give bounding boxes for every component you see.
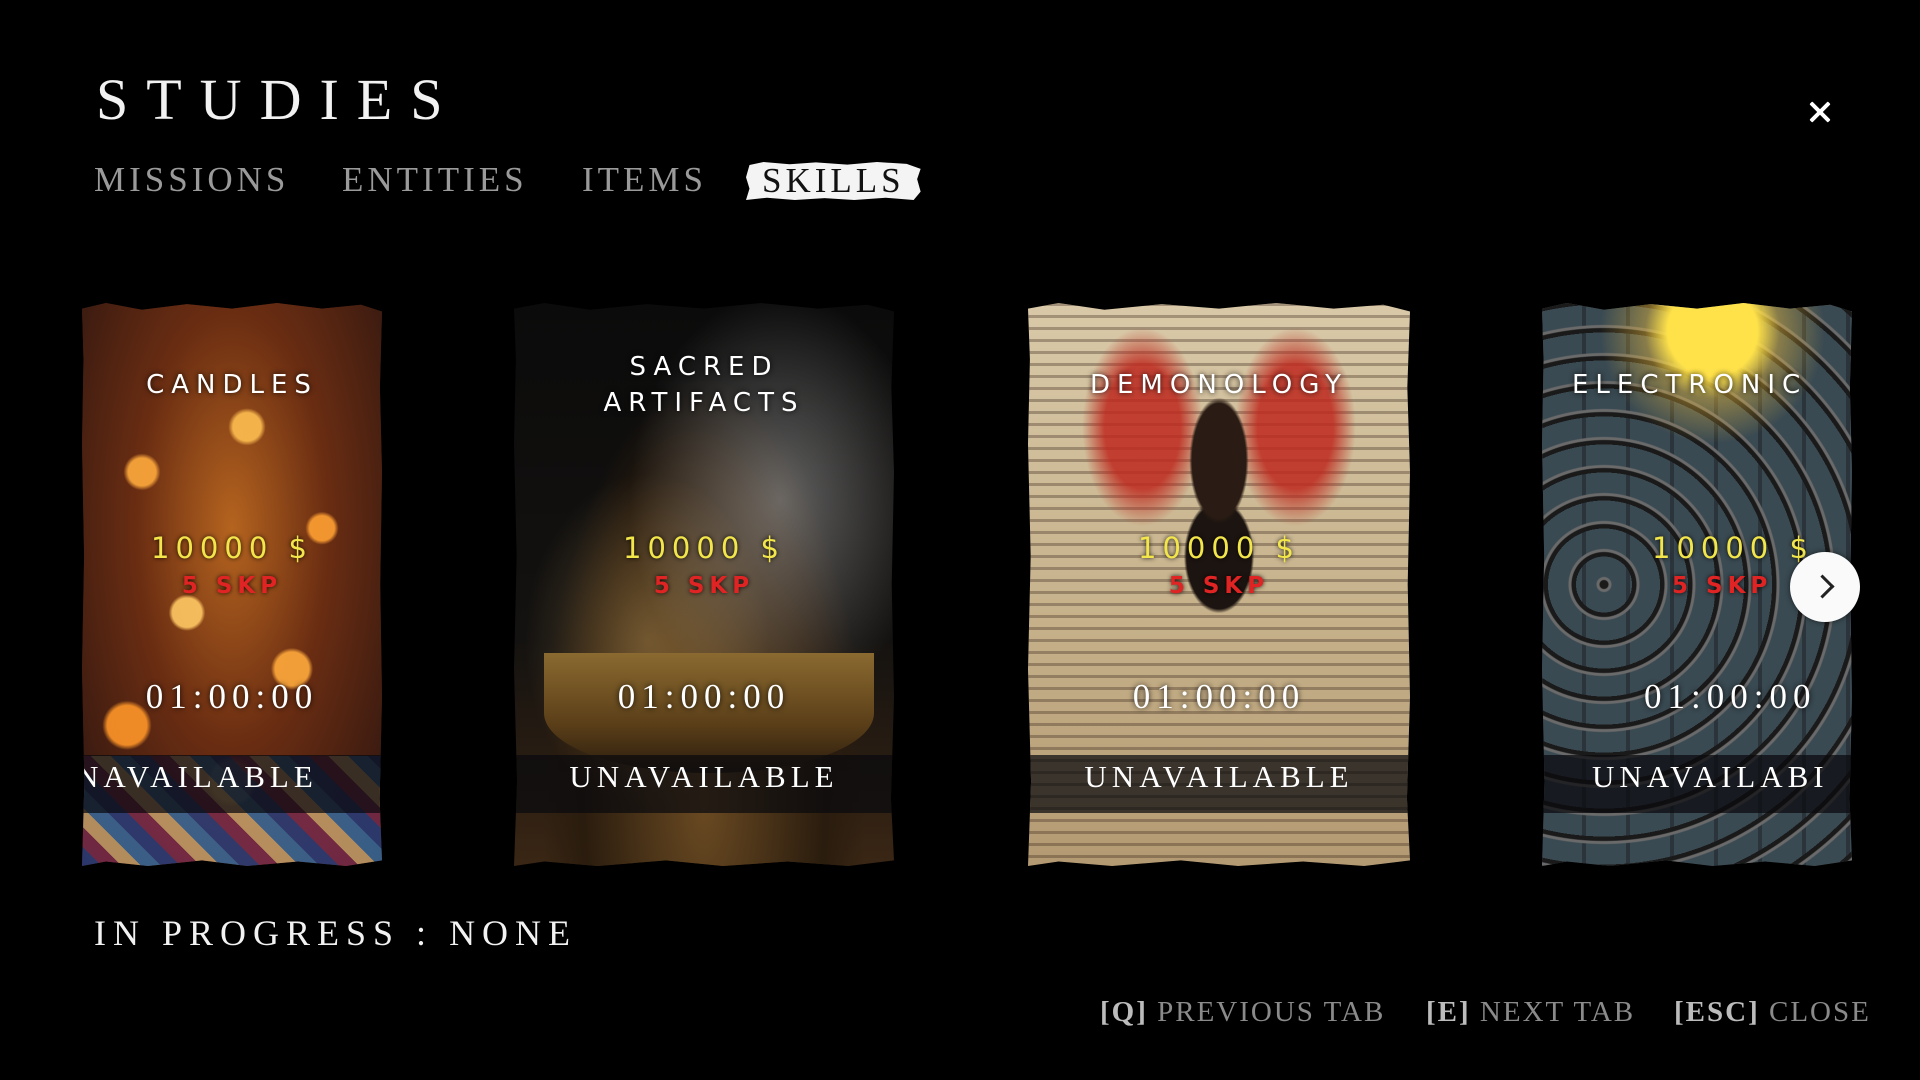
card-duration: 01:00:00	[145, 677, 319, 716]
card-duration: 01:00:00	[1644, 677, 1817, 716]
card-duration: 01:00:00	[1132, 677, 1306, 716]
skill-card-sacred-artifacts[interactable]: SACRED ARTIFACTS 10000 $ 5 SKP 01:00:00 …	[514, 303, 894, 866]
card-status: UNAVAILABLE	[1084, 759, 1354, 794]
card-title: ELECTRONIC	[1572, 370, 1808, 400]
card-title: DEMONOLOGY	[1089, 370, 1349, 400]
hint-label: NEXT TAB	[1479, 996, 1636, 1028]
page-title: STUDIES	[96, 67, 461, 132]
hint-label: CLOSE	[1768, 996, 1871, 1028]
hint-key: [Q]	[1100, 996, 1148, 1028]
card-title: SACRED ARTIFACTS	[603, 352, 805, 418]
card-skill-points: 5 SKP	[653, 573, 755, 599]
hint-previous-tab[interactable]: [Q] PREVIOUS TAB	[1100, 996, 1385, 1029]
tab-items[interactable]: ITEMS	[582, 158, 707, 202]
card-price: 10000 $	[151, 531, 313, 565]
hint-key: [E]	[1426, 996, 1471, 1028]
card-skill-points: 5 SKP	[181, 573, 283, 599]
in-progress-status: IN PROGRESS : NONE	[94, 913, 578, 953]
card-title: CANDLES	[146, 370, 318, 400]
close-icon[interactable]	[1800, 92, 1840, 132]
card-price: 10000 $	[1138, 531, 1300, 565]
tab-skills[interactable]: SKILLS	[746, 162, 921, 200]
card-status: UNAVAILABLE	[569, 759, 839, 794]
skill-card-demonology[interactable]: DEMONOLOGY 10000 $ 5 SKP 01:00:00 UNAVAI…	[1028, 303, 1410, 866]
hint-next-tab[interactable]: [E] NEXT TAB	[1426, 996, 1635, 1029]
card-status: UNAVAILABI	[1592, 759, 1829, 794]
card-price: 10000 $	[623, 531, 785, 565]
card-skill-points: 5 SKP	[1168, 573, 1270, 599]
card-status: NAVAILABLE	[82, 759, 318, 794]
tab-missions[interactable]: MISSIONS	[94, 158, 289, 202]
hint-close[interactable]: [ESC] CLOSE	[1674, 996, 1871, 1029]
hint-key: [ESC]	[1674, 996, 1760, 1028]
card-duration: 01:00:00	[617, 677, 791, 716]
tab-entities[interactable]: ENTITIES	[342, 158, 528, 202]
chevron-right-icon[interactable]	[1790, 552, 1860, 622]
hint-label: PREVIOUS TAB	[1157, 996, 1386, 1028]
skill-card-candles[interactable]: CANDLES 10000 $ 5 SKP 01:00:00 NAVAILABL…	[82, 303, 382, 866]
